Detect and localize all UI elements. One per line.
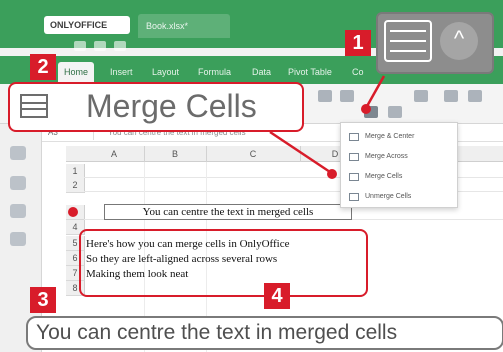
connector-line bbox=[364, 75, 386, 109]
connector-dot bbox=[68, 207, 78, 217]
callout-number-3: 3 bbox=[30, 287, 56, 313]
callout-number-4: 4 bbox=[264, 283, 290, 309]
connector-dot bbox=[361, 104, 371, 114]
callout-number-2: 2 bbox=[30, 54, 56, 80]
connector-dot bbox=[327, 169, 337, 179]
connector-line bbox=[269, 130, 331, 174]
callout-connectors bbox=[269, 75, 386, 174]
callout-number-1: 1 bbox=[345, 30, 371, 56]
